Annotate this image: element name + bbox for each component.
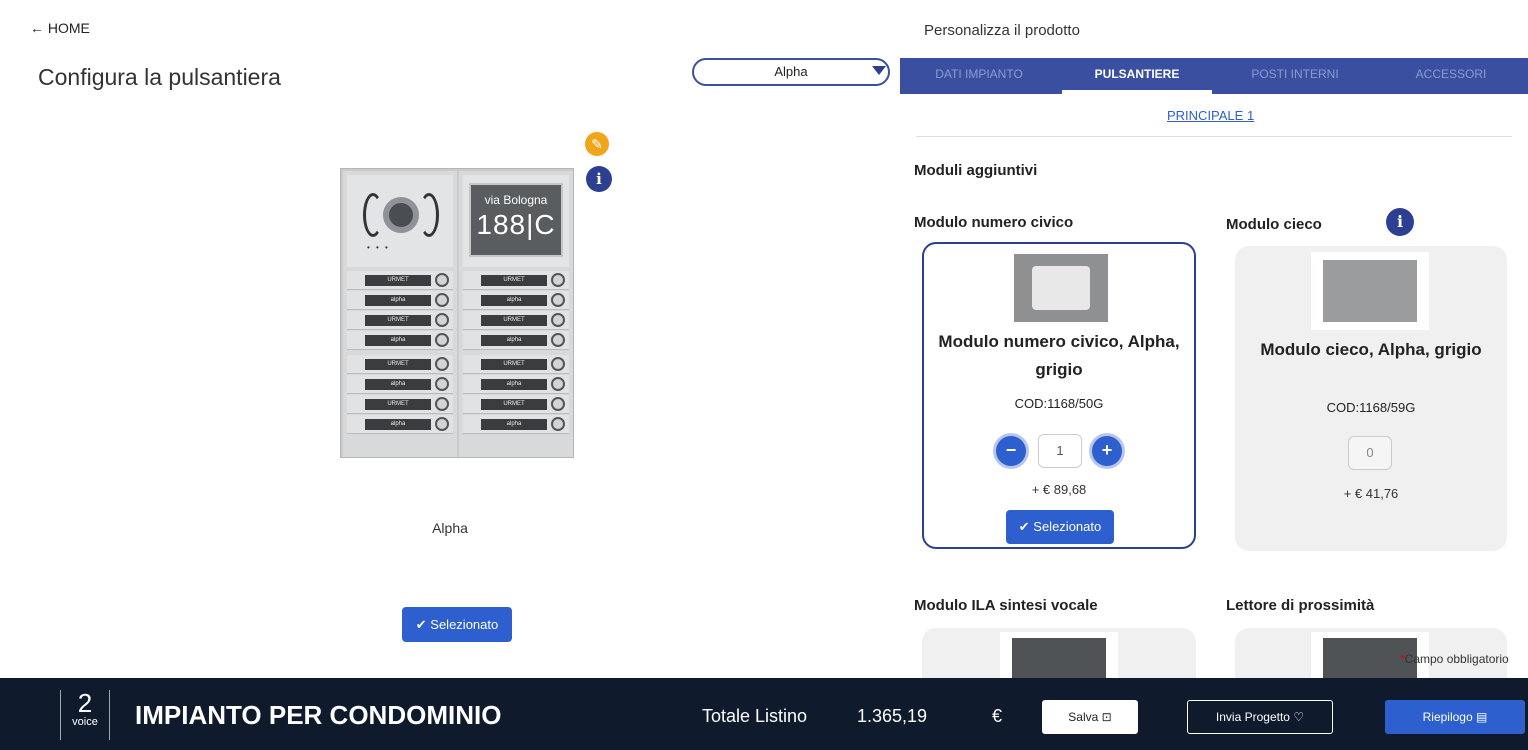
required-note: *Campo obbligatorio (1400, 652, 1509, 666)
quantity-field[interactable]: 1 (1038, 434, 1082, 468)
call-button-row: alpha (347, 291, 453, 310)
card-selected-button[interactable]: ✔ Selezionato (1006, 510, 1114, 544)
card-title-cieco: Modulo cieco (1226, 216, 1322, 233)
chevron-down-icon (872, 66, 886, 75)
call-button-row: alpha (463, 415, 569, 434)
call-button-row: alpha (347, 375, 453, 394)
call-button-row: alpha (463, 291, 569, 310)
heart-icon: ♡ (1293, 710, 1305, 724)
summary-button[interactable]: Riepilogo ▤ (1385, 700, 1525, 734)
total-label: Totale Listino (702, 706, 808, 726)
customize-panel: Personalizza il prodotto DATI IMPIANTO P… (900, 0, 1528, 678)
home-label: HOME (47, 20, 90, 36)
call-button-row: URMET (463, 271, 569, 290)
check-icon: ✔ (415, 617, 427, 632)
info-icon[interactable]: i (586, 166, 612, 192)
call-button-row: URMET (463, 395, 569, 414)
call-button-row: URMET (347, 355, 453, 374)
camera-lens-icon (383, 197, 419, 233)
call-button-row: URMET (347, 395, 453, 414)
call-button-row: URMET (347, 311, 453, 330)
card-title-prossimita: Lettore di prossimità (1226, 597, 1375, 614)
info-icon[interactable]: i (1386, 208, 1414, 236)
section-title: Moduli aggiuntivi (914, 162, 1038, 179)
call-button-row: alpha (463, 331, 569, 350)
minus-button[interactable]: − (996, 436, 1026, 466)
card-product-name: Modulo numero civico, Alpha, grigio (938, 332, 1180, 379)
pencil-icon[interactable]: ✎ (585, 132, 609, 156)
call-button-row: URMET (463, 355, 569, 374)
model-select[interactable]: Alpha (692, 58, 890, 86)
brand-logo: 2 voice (60, 690, 110, 740)
card-modulo-ila[interactable] (922, 628, 1196, 678)
total-value: 1.365,19 (857, 706, 928, 726)
card-product-code: COD:1168/50G (1014, 396, 1104, 411)
project-title: IMPIANTO PER CONDOMINIO (135, 700, 502, 730)
call-button-row: alpha (463, 375, 569, 394)
save-button[interactable]: Salva ⊡ (1042, 700, 1138, 734)
selected-label: Selezionato (430, 617, 499, 632)
check-icon: ✔ (1018, 519, 1030, 534)
module-thumbnail (1014, 254, 1108, 322)
card-price: + € 41,76 (1343, 486, 1399, 501)
home-link[interactable]: ← HOME (30, 20, 90, 36)
panel-column-left: • • • URMET alpha URMET alpha URMET alph… (343, 171, 457, 457)
call-button-row: URMET (463, 311, 569, 330)
tab-dati-impianto[interactable]: DATI IMPIANTO (904, 58, 1054, 94)
plus-button[interactable]: + (1092, 436, 1122, 466)
page-title: Configura la pulsantiera (38, 64, 281, 90)
card-product-code: COD:1168/59G (1326, 400, 1416, 415)
principale-link[interactable]: PRINCIPALE 1 (1167, 108, 1254, 123)
tab-bar: DATI IMPIANTO PULSANTIERE POSTI INTERNI … (900, 58, 1528, 94)
tab-accessori[interactable]: ACCESSORI (1376, 58, 1526, 94)
module-thumbnail (1311, 252, 1429, 330)
tab-posti-interni[interactable]: POSTI INTERNI (1220, 58, 1370, 94)
quantity-field[interactable]: 0 (1348, 436, 1392, 470)
selected-button[interactable]: ✔ Selezionato (402, 607, 512, 642)
card-modulo-numero-civico[interactable]: Modulo numero civico, Alpha, grigio COD:… (922, 242, 1196, 549)
model-name: Alpha (432, 520, 468, 536)
divider (916, 136, 1512, 137)
call-button-row: alpha (347, 331, 453, 350)
tab-pulsantiere[interactable]: PULSANTIERE (1062, 58, 1212, 94)
currency: € (992, 706, 1003, 726)
model-select-value: Alpha (774, 64, 808, 79)
call-button-row: URMET (347, 271, 453, 290)
display-street: via Bologna (484, 193, 548, 207)
card-product-name: Modulo cieco, Alpha, grigio (1260, 340, 1482, 359)
customize-header: Personalizza il prodotto (924, 22, 1080, 39)
call-button-row: alpha (347, 415, 453, 434)
card-title-civico: Modulo numero civico (914, 214, 1074, 231)
panel-column-right: via Bologna 188|C URMET alpha URMET alph… (459, 171, 573, 457)
footer-bar: 2 voice IMPIANTO PER CONDOMINIO Totale L… (0, 678, 1528, 750)
send-project-button[interactable]: Invia Progetto ♡ (1187, 700, 1333, 734)
floppy-icon: ⊡ (1101, 710, 1112, 724)
display-number: 188|C (476, 209, 556, 240)
house-number-display: via Bologna 188|C (463, 175, 569, 267)
module-thumbnail (1012, 638, 1106, 678)
document-icon: ▤ (1476, 710, 1488, 724)
card-price: + € 89,68 (1031, 482, 1087, 497)
intercom-panel-preview: • • • URMET alpha URMET alpha URMET alph… (340, 168, 574, 458)
camera-module: • • • (347, 175, 453, 267)
card-modulo-cieco[interactable]: Modulo cieco, Alpha, grigio COD:1168/59G… (1235, 246, 1507, 551)
configurator-panel: ← HOME Configura la pulsantiera Alpha ✎ … (0, 0, 900, 678)
card-title-ila: Modulo ILA sintesi vocale (914, 597, 1098, 614)
